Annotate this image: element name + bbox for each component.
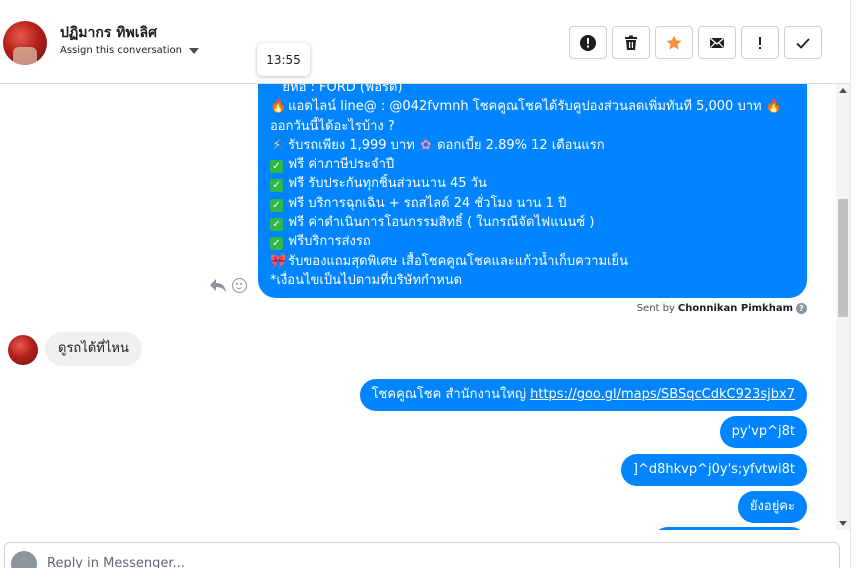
conversation-header: ปฏิมากร ทิพเลิศ Assign this conversation (0, 0, 850, 84)
outgoing-message-partial[interactable] (652, 527, 807, 530)
lightning-icon: ⚡ (272, 137, 282, 153)
conversation-actions (569, 26, 822, 59)
caret-down-icon (188, 47, 199, 54)
mark-unread-button[interactable] (698, 26, 736, 59)
flower-icon: ✿ (420, 137, 432, 153)
fire-icon: 🔥 (270, 99, 287, 115)
map-link[interactable]: https://goo.gl/maps/SBSqcCdkC923sjbx7 (530, 387, 795, 402)
inbox-conversation-view: ปฏิมากร ทิพเลิศ Assign this conversation (0, 0, 867, 568)
assign-label: Assign this conversation (60, 45, 182, 56)
envelope-icon (710, 37, 724, 48)
contact-name[interactable]: ปฏิมากร ทิพเลิศ (60, 22, 157, 44)
mark-spam-button[interactable] (569, 26, 607, 59)
fire-icon: 🔥 (765, 99, 782, 115)
alert-circle-icon (580, 34, 596, 51)
reply-input[interactable] (47, 554, 747, 568)
scroll-up-arrow-icon[interactable] (839, 88, 847, 93)
scroll-down-arrow-icon[interactable] (839, 521, 847, 526)
check-box-icon: ✓ (270, 179, 283, 193)
scrollbar-thumb[interactable] (838, 199, 848, 317)
message-line: ✓ ฟรี ค่าดำเนินการโอนกรรมสิทธิ์ ( ในกรณีจ… (270, 213, 795, 232)
message-thread[interactable]: ยี่ห้อ : FORD (ฟอร์ด) 🔥 แอดไลน์ line@ : … (0, 84, 836, 530)
trash-icon (625, 35, 637, 50)
outgoing-message[interactable]: ยังอยู่คะ (737, 491, 807, 523)
assign-conversation-dropdown[interactable]: Assign this conversation (60, 45, 199, 56)
contact-avatar[interactable] (3, 21, 47, 65)
emoji-icon[interactable] (232, 278, 247, 293)
message-line: ออกวันนี้ได้อะไรบ้าง ? (270, 118, 395, 134)
message-line: ยี่ห้อ : FORD (ฟอร์ด) (282, 84, 403, 95)
message-line: *เงื่อนไขเป็นไปตามที่บริษัทกำหนด (270, 272, 463, 288)
check-box-icon: ✓ (270, 160, 283, 174)
message-line: ✓ ฟรี บริการฉุกเฉิน + รถสไลด์ 24 ชั่วโมง … (270, 194, 795, 213)
message-line: ⚡ รับรถเพียง 1,999 บาท ✿ ดอกเบี้ย 2.89% … (270, 136, 795, 155)
reply-icon[interactable] (209, 277, 227, 293)
message-line: ✓ ฟรี รับประกันทุกชิ้นส่วนนาน 45 วัน (270, 174, 795, 193)
outgoing-message-location[interactable]: โชคคูณโชค สำนักงานใหญ่ https://goo.gl/ma… (359, 379, 807, 411)
check-icon (796, 37, 810, 49)
message-line: ✓ ฟรี ค่าภาษีประจำปี (270, 155, 795, 174)
check-box-icon: ✓ (270, 237, 283, 251)
incoming-message[interactable]: ดูรถได้ที่ไหน (45, 332, 142, 366)
check-box-icon: ✓ (270, 218, 283, 232)
outgoing-message[interactable]: ]^d8hkvp^j0y's;yfvtwi8t (620, 454, 807, 486)
sender-name[interactable]: Chonnikan Pimkham (678, 303, 793, 314)
mark-done-button[interactable] (784, 26, 822, 59)
outgoing-message-promo[interactable]: ยี่ห้อ : FORD (ฟอร์ด) 🔥 แอดไลน์ line@ : … (258, 84, 807, 298)
help-icon[interactable]: ? (796, 303, 807, 314)
delete-button[interactable] (612, 26, 650, 59)
star-button[interactable] (655, 26, 693, 59)
thread-scrollbar[interactable] (836, 84, 850, 530)
page-edge (850, 0, 867, 568)
ribbon-icon: 🎀 (270, 253, 287, 269)
check-box-icon: ✓ (270, 198, 283, 212)
message-line: 🔥 แอดไลน์ line@ : @042fvmnh โชคคูณโชคได้… (270, 97, 795, 116)
exclamation-icon (759, 36, 761, 49)
mark-important-button[interactable] (741, 26, 779, 59)
agent-avatar (11, 551, 37, 568)
outgoing-message[interactable]: py'vp^j8t (719, 416, 807, 448)
message-line: ✓ ฟรีบริการส่งรถ (270, 232, 795, 251)
timestamp-tooltip: 13:55 (257, 43, 310, 76)
message-line: 🎀 รับของแถมสุดพิเศษ เสื้อโชคคูณโชคและแก้… (270, 252, 795, 271)
sent-by-label: Sent by Chonnikan Pimkham ? (637, 303, 807, 314)
star-icon (666, 35, 682, 50)
reply-composer (4, 542, 840, 568)
contact-avatar-small[interactable] (8, 335, 38, 365)
